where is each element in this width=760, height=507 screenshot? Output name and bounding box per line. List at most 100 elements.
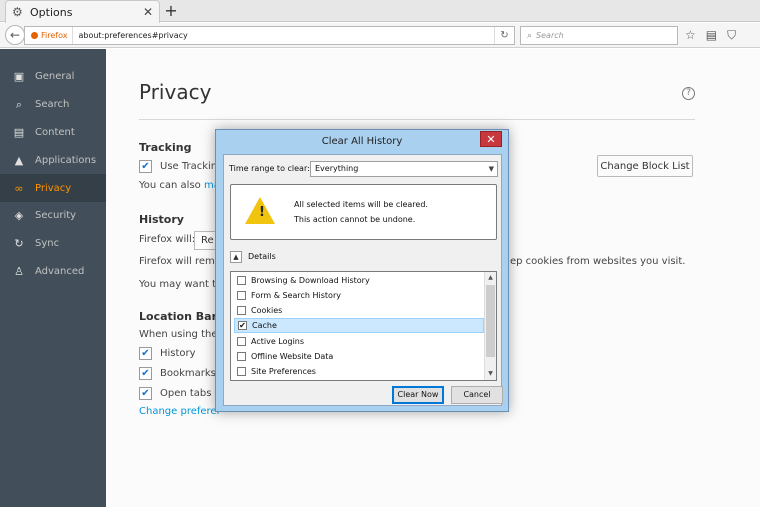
- new-tab-button[interactable]: +: [163, 1, 179, 21]
- location-history-label: History: [160, 348, 196, 359]
- list-item-active-logins[interactable]: Active Logins: [234, 334, 484, 349]
- item-checkbox[interactable]: [237, 337, 246, 346]
- sidebar-item-label: Sync: [35, 238, 60, 250]
- list-item-offline-data[interactable]: Offline Website Data: [234, 349, 484, 364]
- change-block-list-button[interactable]: Change Block List: [597, 155, 693, 177]
- history-heading: History: [139, 213, 184, 226]
- search-placeholder: Search: [536, 31, 564, 40]
- identity-label: Firefox: [41, 31, 68, 40]
- content-icon: ▤: [13, 125, 25, 139]
- scroll-up-icon[interactable]: ▲: [485, 272, 496, 284]
- search-bar[interactable]: ⌕ Search: [520, 26, 678, 45]
- pocket-icon[interactable]: ⛉: [727, 28, 736, 43]
- list-scrollbar[interactable]: ▲ ▼: [484, 272, 496, 380]
- change-preferences-link[interactable]: Change preferer: [139, 406, 221, 417]
- page-title: Privacy: [139, 80, 212, 104]
- sidebar-item-advanced[interactable]: ♙ Advanced: [0, 258, 106, 286]
- tracking-text-row: You can also ma: [139, 180, 220, 191]
- scroll-down-icon[interactable]: ▼: [485, 368, 496, 380]
- tracking-heading: Tracking: [139, 141, 192, 154]
- tracking-checkbox[interactable]: ✔: [139, 160, 152, 173]
- tracking-row: ✔ Use Tracking: [139, 160, 224, 173]
- url-text[interactable]: about:preferences#privacy: [73, 31, 494, 40]
- location-text: When using the l: [139, 329, 224, 340]
- list-item-cache[interactable]: ✔ Cache: [234, 318, 484, 333]
- item-checkbox[interactable]: [237, 291, 246, 300]
- location-history-row: ✔ History: [139, 347, 196, 360]
- sidebar-item-general[interactable]: ▣ General: [0, 63, 106, 91]
- applications-icon: ▲: [14, 153, 24, 167]
- warning-exclamation: !: [259, 205, 265, 220]
- help-icon[interactable]: ?: [682, 87, 695, 100]
- history-text-1: Firefox will reme: [139, 256, 221, 267]
- shield-icon: ◈: [14, 209, 24, 223]
- sidebar-item-sync[interactable]: ↻ Sync: [0, 230, 106, 258]
- location-open-tabs-checkbox[interactable]: ✔: [139, 387, 152, 400]
- close-tab-icon[interactable]: ✕: [143, 5, 153, 19]
- firefox-logo-icon: [31, 32, 38, 39]
- item-checkbox[interactable]: [237, 352, 246, 361]
- time-range-value: Everything: [315, 164, 359, 173]
- dialog-title: Clear All History: [321, 136, 403, 147]
- item-label: Active Logins: [251, 337, 305, 346]
- history-text-1-tail: ep cookies from websites you visit.: [510, 256, 686, 267]
- tracking-text: You can also: [139, 180, 201, 191]
- item-label: Site Preferences: [251, 367, 316, 376]
- item-label: Form & Search History: [251, 291, 341, 300]
- details-label: Details: [248, 252, 276, 261]
- list-item-form-history[interactable]: Form & Search History: [234, 288, 484, 303]
- time-range-select[interactable]: Everything ▼: [310, 161, 498, 177]
- url-bar[interactable]: Firefox about:preferences#privacy ↻: [24, 26, 515, 45]
- sidebar-item-privacy[interactable]: ∞ Privacy: [0, 174, 106, 202]
- divider: [139, 119, 695, 120]
- history-text-2: You may want to: [139, 279, 223, 290]
- sidebar-item-label: Privacy: [35, 182, 72, 194]
- sidebar-item-label: Advanced: [35, 265, 85, 277]
- warning-line-1: All selected items will be cleared.: [294, 200, 428, 209]
- item-label: Cache: [252, 321, 277, 330]
- nav-bar: ← Firefox about:preferences#privacy ↻ ⌕ …: [0, 23, 760, 48]
- warning-line-2: This action cannot be undone.: [294, 215, 416, 224]
- scroll-thumb[interactable]: [486, 285, 495, 357]
- sidebar-item-applications[interactable]: ▲ Applications: [0, 146, 106, 174]
- sidebar-item-content[interactable]: ▤ Content: [0, 119, 106, 147]
- identity-box[interactable]: Firefox: [25, 27, 74, 44]
- back-button[interactable]: ←: [5, 25, 25, 45]
- item-label: Browsing & Download History: [251, 276, 370, 285]
- bookmark-star-icon[interactable]: ☆: [685, 28, 696, 43]
- warning-box: ! All selected items will be cleared. Th…: [230, 184, 497, 240]
- item-checkbox[interactable]: ✔: [238, 321, 247, 330]
- firefox-will-label: Firefox will:: [139, 234, 196, 245]
- sidebar-item-search[interactable]: ⌕ Search: [0, 91, 106, 119]
- sidebar-item-label: Applications: [35, 154, 97, 166]
- dialog-close-button[interactable]: ✕: [480, 131, 502, 147]
- general-icon: ▣: [13, 70, 25, 84]
- chevron-down-icon: ▼: [488, 165, 494, 173]
- reload-icon[interactable]: ↻: [494, 27, 514, 44]
- item-checkbox[interactable]: [237, 276, 246, 285]
- list-item-browsing-history[interactable]: Browsing & Download History: [234, 273, 484, 288]
- location-open-tabs-row: ✔ Open tabs: [139, 387, 212, 400]
- sidebar-item-security[interactable]: ◈ Security: [0, 202, 106, 230]
- list-item-cookies[interactable]: Cookies: [234, 303, 484, 318]
- item-checkbox[interactable]: [237, 306, 246, 315]
- location-history-checkbox[interactable]: ✔: [139, 347, 152, 360]
- location-bar-heading: Location Bar: [139, 310, 217, 323]
- details-toggle-button[interactable]: ▲: [230, 251, 242, 263]
- tab-options[interactable]: ⚙ Options ✕: [5, 0, 160, 23]
- item-checkbox[interactable]: [237, 367, 246, 376]
- location-open-tabs-label: Open tabs: [160, 388, 212, 399]
- sidebar-item-label: Search: [35, 99, 70, 111]
- item-label: Cookies: [251, 306, 283, 315]
- bookmarks-menu-icon[interactable]: ▤: [706, 28, 717, 43]
- tracking-checkbox-label: Use Tracking: [160, 161, 224, 172]
- tab-title: Options: [30, 5, 73, 19]
- list-item-site-preferences[interactable]: Site Preferences: [234, 364, 484, 379]
- preferences-sidebar: ▣ General ⌕ Search ▤ Content ▲ Applicati…: [0, 49, 106, 507]
- location-bookmarks-label: Bookmarks: [160, 368, 216, 379]
- cancel-button[interactable]: Cancel: [451, 386, 503, 404]
- sync-icon: ↻: [14, 237, 24, 251]
- gear-icon: ⚙: [12, 5, 23, 19]
- location-bookmarks-checkbox[interactable]: ✔: [139, 367, 152, 380]
- clear-now-button[interactable]: Clear Now: [392, 386, 444, 404]
